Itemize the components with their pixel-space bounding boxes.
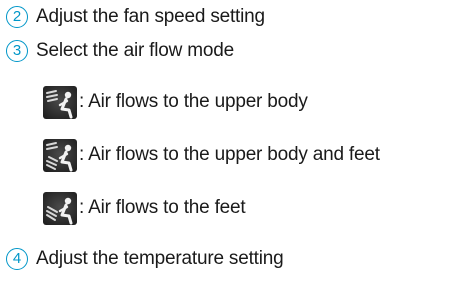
step-number-badge: 2 [6,6,28,28]
step-text: Select the air flow mode [36,40,234,61]
air-flow-mode-label: : Air flows to the upper body and feet [79,144,380,165]
step-adjust-fan-speed: 2 Adjust the fan speed setting [6,4,265,30]
air-flow-upper-body-icon [43,85,77,119]
air-flow-mode-upper-body: : Air flows to the upper body [43,84,308,120]
air-flow-mode-label: : Air flows to the feet [79,197,246,218]
air-flow-mode-upper-body-and-feet: : Air flows to the upper body and feet [43,137,380,173]
step-number-badge: 4 [6,248,28,270]
step-text: Adjust the fan speed setting [36,6,265,27]
step-text: Adjust the temperature setting [36,248,284,269]
air-flow-mode-label: : Air flows to the upper body [79,91,308,112]
air-flow-mode-feet: : Air flows to the feet [43,190,246,226]
step-number-badge: 3 [6,40,28,62]
air-flow-upper-body-and-feet-icon [43,138,77,172]
step-select-air-flow-mode: 3 Select the air flow mode [6,38,234,64]
step-adjust-temperature: 4 Adjust the temperature setting [6,246,284,272]
air-flow-feet-icon [43,191,77,225]
